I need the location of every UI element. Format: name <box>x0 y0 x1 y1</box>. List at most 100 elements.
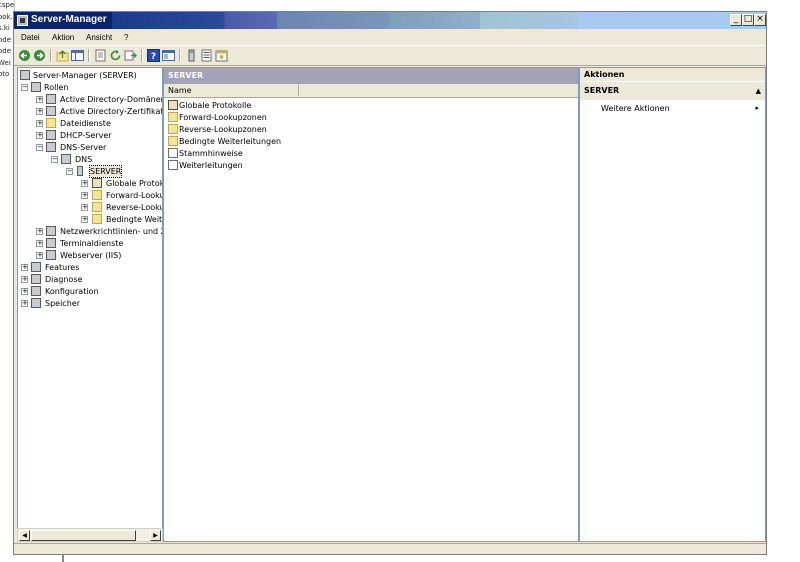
server-icon[interactable] <box>185 49 198 62</box>
menu-aktion[interactable]: Aktion <box>52 33 74 42</box>
app-icon <box>17 15 28 26</box>
tree-item-label: Dateidienste <box>60 119 111 128</box>
calendar-icon[interactable] <box>215 49 228 62</box>
toolbar-separator <box>141 49 143 62</box>
up-icon[interactable] <box>56 49 69 62</box>
help-icon[interactable]: ? <box>147 49 160 62</box>
expand-icon[interactable]: + <box>36 132 43 139</box>
collapse-icon[interactable]: − <box>21 84 28 91</box>
configuration-icon <box>31 286 41 296</box>
tree-horizontal-scrollbar[interactable]: ◀ ▶ <box>17 528 163 542</box>
document-icon <box>168 148 178 158</box>
actions-section-label: SERVER <box>584 86 620 95</box>
folder-icon <box>168 112 178 122</box>
expand-icon[interactable]: + <box>21 300 28 307</box>
export-icon[interactable] <box>94 49 107 62</box>
diagnostics-icon <box>31 274 41 284</box>
toolbar-separator <box>179 49 181 62</box>
background-line: ode <box>0 47 12 55</box>
tree-item-label: Forward-Lookupzonen <box>106 191 162 200</box>
expand-icon[interactable]: + <box>21 276 28 283</box>
tree-item-label: DNS <box>75 155 93 164</box>
folder-icon <box>168 124 178 134</box>
tree-item-label-selected: SERVER <box>88 165 123 178</box>
expand-icon[interactable]: + <box>81 192 88 199</box>
actions-pane: Aktionen SERVER ▲ Weitere Aktionen ▸ <box>579 67 766 542</box>
forward-icon[interactable] <box>33 49 46 62</box>
window-title: Server-Manager <box>31 14 107 25</box>
menu-help[interactable]: ? <box>124 33 128 42</box>
folder-icon <box>92 190 102 200</box>
action-more-actions[interactable]: Weitere Aktionen <box>601 104 670 113</box>
scroll-right-icon[interactable]: ▶ <box>150 530 161 541</box>
column-header-name[interactable]: Name <box>168 86 192 95</box>
expand-icon[interactable]: + <box>36 108 43 115</box>
background-line: ook. <box>0 12 13 21</box>
toolbar-separator <box>88 49 90 62</box>
list-item-label: Globale Protokolle <box>179 101 252 110</box>
column-resize-handle[interactable] <box>298 84 299 96</box>
expand-icon[interactable]: + <box>81 180 88 187</box>
server-manager-window: Server-Manager _ □ × Datei Aktion Ansich… <box>13 11 767 555</box>
server-manager-icon <box>20 70 30 80</box>
results-header: SERVER <box>164 68 578 84</box>
expand-icon[interactable]: + <box>36 228 43 235</box>
collapse-icon[interactable]: ▲ <box>756 82 761 100</box>
terminal-services-icon <box>46 238 56 248</box>
background-line: ode <box>0 35 12 44</box>
toolbar: ? <box>14 45 766 66</box>
collapse-icon[interactable]: − <box>36 144 43 151</box>
roles-icon <box>31 82 41 92</box>
expand-icon[interactable]: + <box>81 204 88 211</box>
tree-item-label: Rollen <box>44 83 69 92</box>
dns-icon <box>61 154 71 164</box>
minimize-button[interactable]: _ <box>730 14 742 26</box>
tree-item-label: Reverse-Lookupzonen <box>106 203 162 212</box>
expand-icon[interactable]: + <box>36 252 43 259</box>
list-item-label: Forward-Lookupzonen <box>179 113 267 122</box>
results-pane: SERVER Name Globale Protokolle Forward-L… <box>163 67 579 542</box>
log-icon <box>92 178 102 188</box>
tree-item-label: Terminaldienste <box>60 239 124 248</box>
scroll-left-icon[interactable]: ◀ <box>19 530 30 541</box>
back-icon[interactable] <box>18 49 31 62</box>
collapse-icon[interactable]: − <box>66 168 73 175</box>
expand-icon[interactable]: + <box>36 96 43 103</box>
file-services-icon <box>46 118 56 128</box>
menu-ansicht[interactable]: Ansicht <box>86 33 112 42</box>
tree-item-label: Konfiguration <box>45 287 99 296</box>
tree-item-label: Active Directory-Zertifikatdienste <box>60 107 163 116</box>
document-icon <box>168 160 178 170</box>
expand-icon[interactable]: + <box>36 120 43 127</box>
properties-icon[interactable] <box>162 49 175 62</box>
background-line: Wei <box>0 58 11 67</box>
menu-datei[interactable]: Datei <box>21 33 40 42</box>
refresh-icon[interactable] <box>109 49 122 62</box>
expand-icon[interactable]: + <box>36 240 43 247</box>
expand-icon[interactable]: + <box>81 216 88 223</box>
collapse-icon[interactable]: − <box>51 156 58 163</box>
menu-bar: Datei Aktion Ansicht ? <box>14 30 766 45</box>
maximize-button[interactable]: □ <box>742 14 754 26</box>
background-line: cspeicherte Look <box>0 1 15 9</box>
list-item-label: Stammhinweise <box>179 149 243 158</box>
actions-section-header[interactable]: SERVER ▲ <box>580 82 765 100</box>
expand-icon[interactable]: + <box>21 264 28 271</box>
status-bar <box>14 543 766 555</box>
webserver-icon <box>46 250 56 260</box>
tree-item-label: Webserver (IIS) <box>60 251 122 260</box>
toolbar-separator <box>50 49 52 62</box>
export-list-icon[interactable] <box>124 49 137 62</box>
server-icon <box>77 166 83 176</box>
list-icon[interactable] <box>200 49 213 62</box>
scroll-thumb[interactable] <box>31 530 136 541</box>
expand-icon[interactable]: + <box>21 288 28 295</box>
close-button[interactable]: × <box>754 14 766 26</box>
dns-server-icon <box>46 142 56 152</box>
navigation-tree[interactable]: Server-Manager (SERVER) − Rollen + Activ… <box>17 67 163 542</box>
ad-icon <box>46 94 56 104</box>
title-bar[interactable]: Server-Manager _ □ × <box>14 12 766 29</box>
show-hide-tree-icon[interactable] <box>71 49 84 62</box>
actions-title: Aktionen <box>580 68 765 82</box>
tree-item-label: DHCP-Server <box>60 131 112 140</box>
